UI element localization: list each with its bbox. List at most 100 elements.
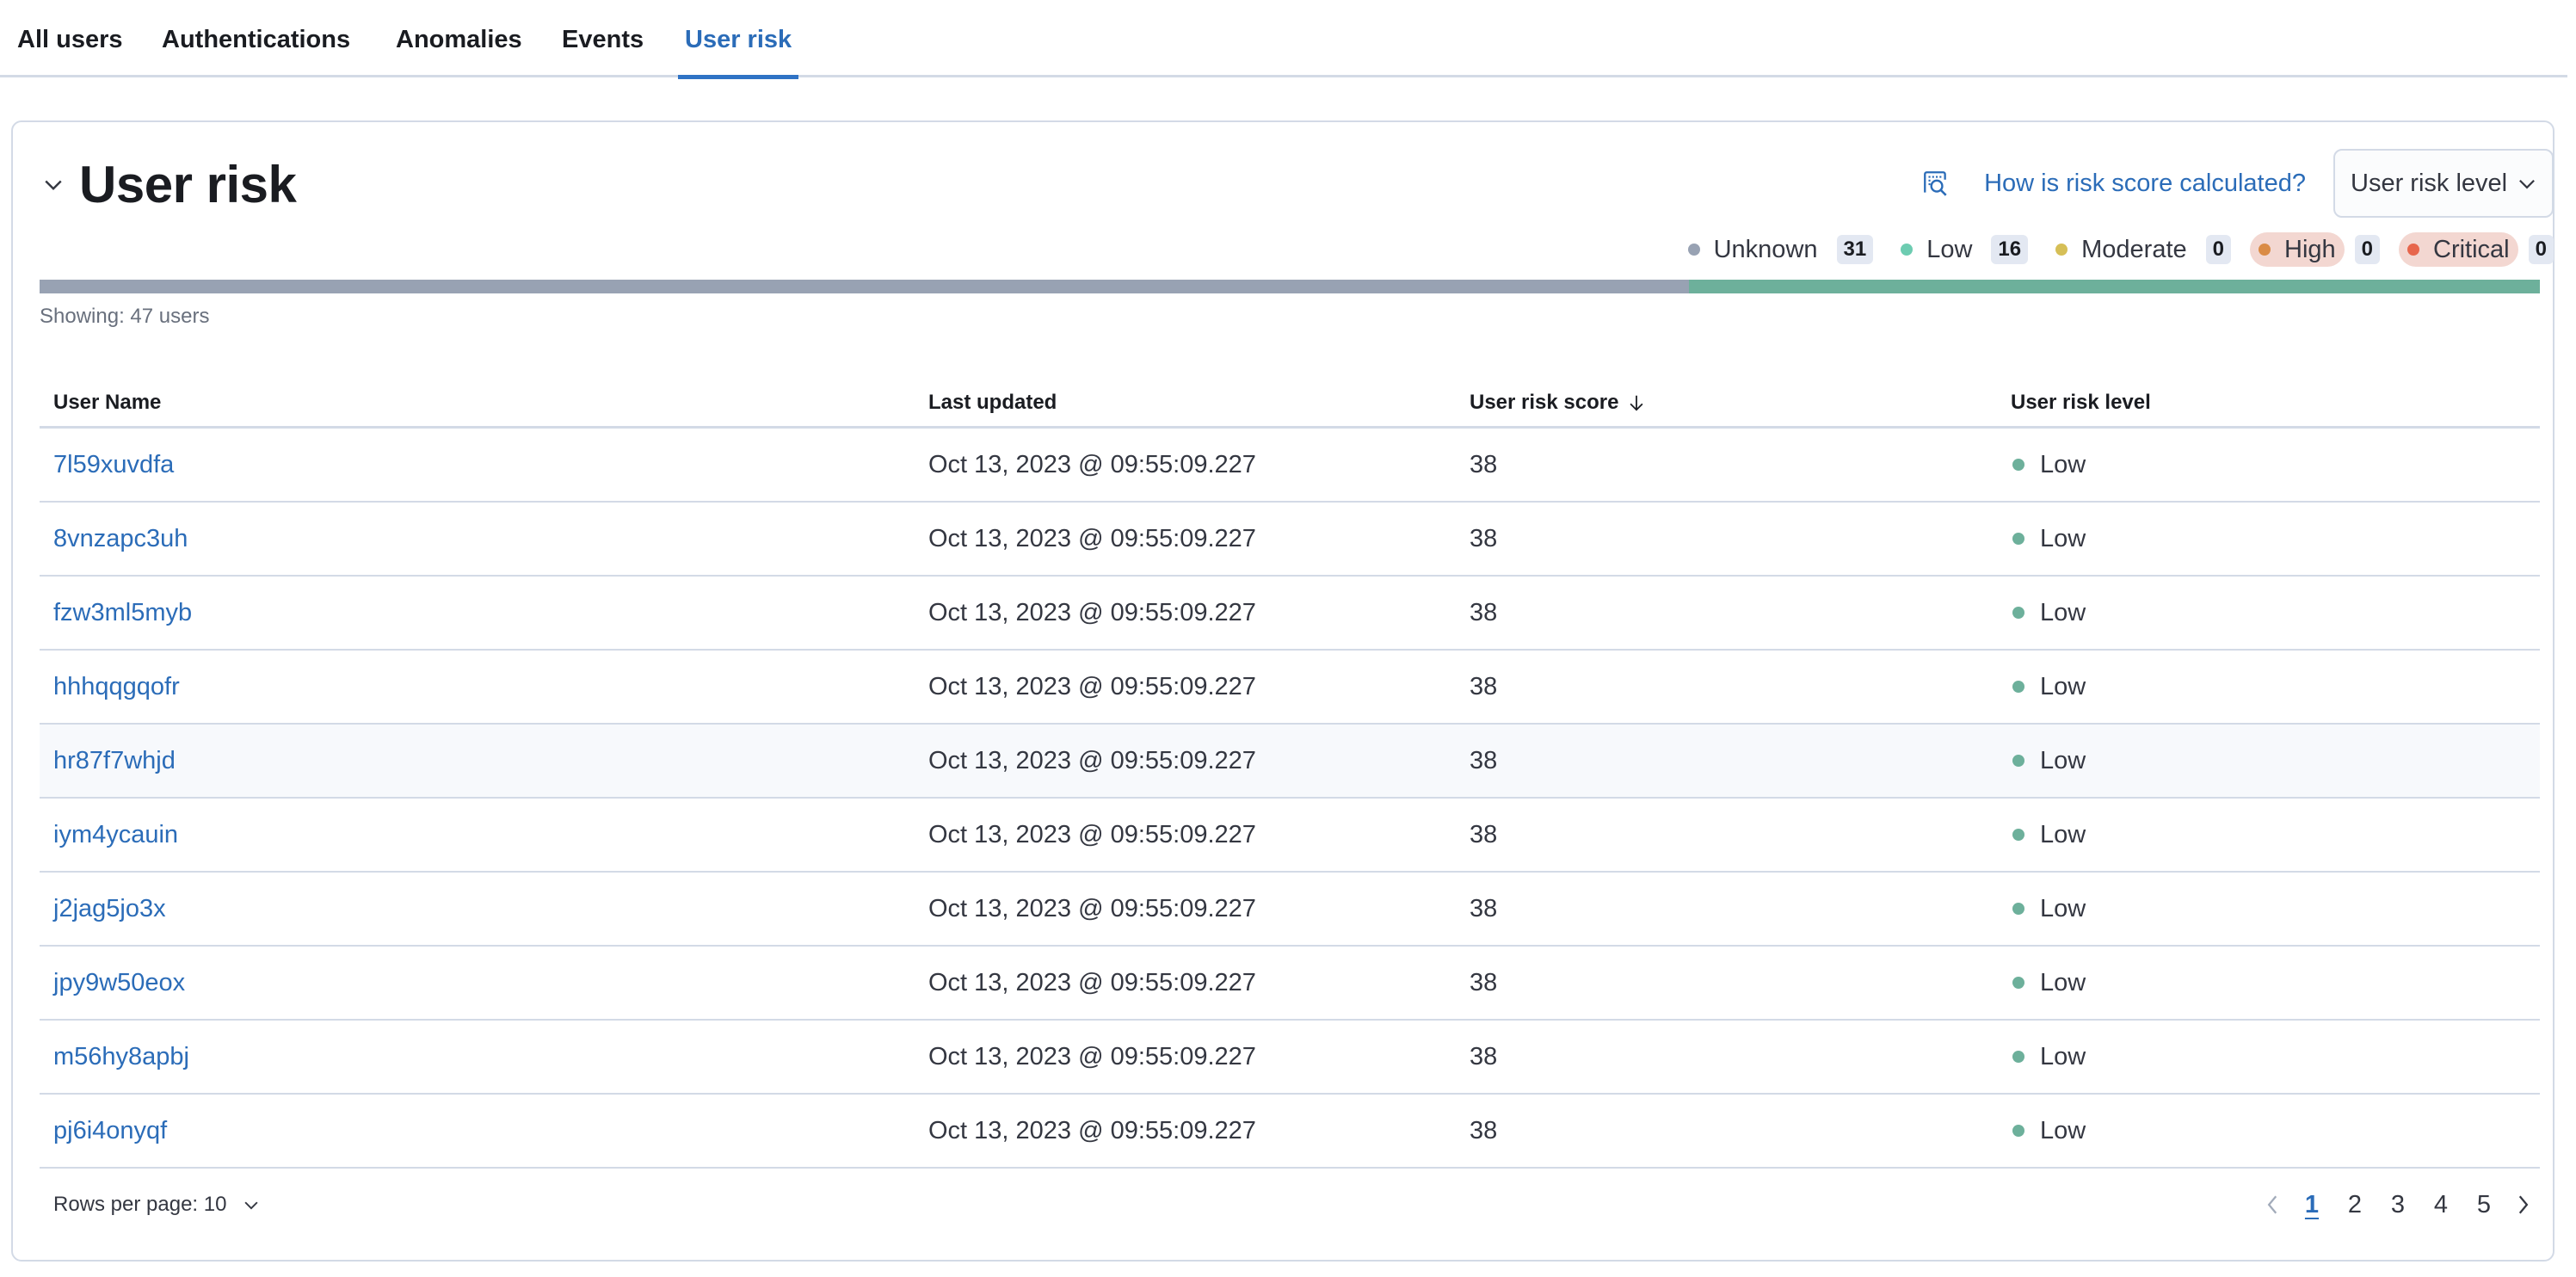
cell-last-updated: Oct 13, 2023 @ 09:55:09.227 bbox=[928, 598, 1256, 626]
legend-text: Unknown bbox=[1713, 235, 1818, 263]
cell-last-updated: Oct 13, 2023 @ 09:55:09.227 bbox=[928, 820, 1256, 848]
risk-level-text: Low bbox=[2040, 450, 2086, 478]
how-risk-score-calculated-link[interactable]: How is risk score calculated? bbox=[1984, 170, 2306, 198]
cell-user-name: 7l59xuvdfa bbox=[40, 451, 915, 479]
legend-count-badge: 0 bbox=[2205, 235, 2231, 264]
risk-level-badge: Low bbox=[2011, 747, 2540, 775]
panel-header: User risk bbox=[40, 150, 297, 219]
column-header-user-risk-score[interactable]: User risk score bbox=[1456, 391, 1997, 415]
risk-dot-icon bbox=[2259, 244, 2271, 256]
rows-per-page-select[interactable]: Rows per page: 10 bbox=[53, 1188, 261, 1222]
user-name-link[interactable]: jpy9w50eox bbox=[53, 969, 185, 996]
legend-item-unknown[interactable]: Unknown 31 bbox=[1679, 232, 1874, 267]
user-name-link[interactable]: hr87f7whjd bbox=[53, 747, 176, 774]
tab-all-users[interactable]: All users bbox=[17, 26, 123, 76]
risk-level-badge: Low bbox=[2011, 451, 2540, 479]
tab-bar: All users Authentications Anomalies Even… bbox=[0, 0, 2567, 79]
legend-item-moderate[interactable]: Moderate 0 bbox=[2047, 232, 2231, 267]
user-name-link[interactable]: pj6i4onyqf bbox=[53, 1117, 167, 1144]
next-page-button[interactable] bbox=[2505, 1188, 2540, 1222]
table-row: 8vnzapc3uh Oct 13, 2023 @ 09:55:09.227 38 L… bbox=[40, 503, 2540, 577]
cell-last-updated: Oct 13, 2023 @ 09:55:09.227 bbox=[928, 1116, 1256, 1144]
pagination: 12345 bbox=[2256, 1185, 2540, 1225]
table-header: User Name Last updated User risk score U… bbox=[40, 379, 2540, 429]
page-2-button[interactable]: 2 bbox=[2333, 1191, 2376, 1219]
legend-item-critical[interactable]: Critical 0 bbox=[2399, 232, 2554, 267]
table-row: m56hy8apbj Oct 13, 2023 @ 09:55:09.227 38 L… bbox=[40, 1021, 2540, 1095]
risk-dot-icon bbox=[2012, 459, 2024, 471]
cell-risk-level: Low bbox=[1997, 895, 2540, 923]
user-risk-level-select[interactable]: User risk level bbox=[2333, 149, 2554, 218]
cell-risk-score: 38 bbox=[1470, 820, 1498, 848]
risk-level-badge: Low bbox=[2011, 821, 2540, 849]
user-name-link[interactable]: fzw3ml5myb bbox=[53, 599, 192, 626]
risk-level-badge: Low bbox=[2011, 525, 2540, 553]
column-header-user-name[interactable]: User Name bbox=[40, 391, 915, 415]
legend-label: Moderate bbox=[2047, 232, 2196, 267]
sort-descending-icon bbox=[1630, 395, 1643, 411]
tab-authentications[interactable]: Authentications bbox=[162, 26, 350, 76]
page-5-button[interactable]: 5 bbox=[2462, 1191, 2505, 1219]
chevron-left-icon bbox=[2267, 1195, 2277, 1214]
user-name-link[interactable]: j2jag5jo3x bbox=[53, 895, 166, 922]
legend-count-badge: 31 bbox=[1836, 235, 1874, 264]
risk-level-text: Low bbox=[2040, 820, 2086, 848]
risk-level-text: Low bbox=[2040, 746, 2086, 774]
risk-dot-icon bbox=[1687, 244, 1700, 256]
risk-level-text: Low bbox=[2040, 598, 2086, 626]
cell-user-name: 8vnzapc3uh bbox=[40, 525, 915, 553]
column-header-user-risk-level[interactable]: User risk level bbox=[1997, 391, 2540, 415]
page-1-button[interactable]: 1 bbox=[2290, 1191, 2333, 1219]
cell-last-updated: Oct 13, 2023 @ 09:55:09.227 bbox=[928, 524, 1256, 552]
chevron-down-icon bbox=[2519, 179, 2535, 189]
cell-risk-score: 38 bbox=[1470, 968, 1498, 996]
user-name-link[interactable]: 7l59xuvdfa bbox=[53, 451, 174, 478]
risk-bar-segment-low bbox=[1688, 280, 2540, 293]
cell-user-name: hhhqqgqofr bbox=[40, 673, 915, 701]
risk-distribution-bar bbox=[40, 280, 2540, 293]
cell-user-name: m56hy8apbj bbox=[40, 1043, 915, 1071]
cell-risk-score: 38 bbox=[1470, 746, 1498, 774]
cell-risk-score: 38 bbox=[1470, 1116, 1498, 1144]
cell-risk-score: 38 bbox=[1470, 894, 1498, 922]
cell-risk-level: Low bbox=[1997, 969, 2540, 997]
cell-risk-level: Low bbox=[1997, 747, 2540, 775]
risk-dot-icon bbox=[2012, 607, 2024, 619]
risk-level-badge: Low bbox=[2011, 1043, 2540, 1071]
legend-text: Critical bbox=[2433, 235, 2510, 263]
page-4-button[interactable]: 4 bbox=[2419, 1191, 2462, 1219]
previous-page-button[interactable] bbox=[2256, 1188, 2290, 1222]
user-name-link[interactable]: iym4ycauin bbox=[53, 821, 178, 848]
user-name-link[interactable]: m56hy8apbj bbox=[53, 1043, 189, 1070]
cell-last-updated: Oct 13, 2023 @ 09:55:09.227 bbox=[928, 450, 1256, 478]
chevron-down-icon[interactable] bbox=[40, 170, 67, 198]
cell-risk-level: Low bbox=[1997, 821, 2540, 849]
user-name-link[interactable]: hhhqqgqofr bbox=[53, 673, 180, 700]
cell-user-name: hr87f7whjd bbox=[40, 747, 915, 775]
tab-anomalies[interactable]: Anomalies bbox=[396, 26, 522, 76]
page-3-button[interactable]: 3 bbox=[2376, 1191, 2419, 1219]
cell-risk-level: Low bbox=[1997, 451, 2540, 479]
risk-level-badge: Low bbox=[2011, 969, 2540, 997]
cell-user-name: j2jag5jo3x bbox=[40, 895, 915, 923]
user-name-link[interactable]: 8vnzapc3uh bbox=[53, 525, 188, 552]
showing-count: Showing: 47 users bbox=[40, 305, 210, 328]
cell-risk-level: Low bbox=[1997, 599, 2540, 627]
risk-level-text: Low bbox=[2040, 1042, 2086, 1070]
column-header-last-updated[interactable]: Last updated bbox=[915, 391, 1456, 415]
table-row: pj6i4onyqf Oct 13, 2023 @ 09:55:09.227 38 L… bbox=[40, 1095, 2540, 1169]
risk-level-badge: Low bbox=[2011, 1117, 2540, 1145]
inspect-icon[interactable] bbox=[1919, 166, 1953, 200]
legend-item-low[interactable]: Low 16 bbox=[1892, 232, 2029, 267]
page-title: User risk bbox=[79, 155, 297, 213]
legend-label: High bbox=[2250, 232, 2345, 267]
legend-item-high[interactable]: High 0 bbox=[2250, 232, 2381, 267]
legend-text: Low bbox=[1926, 235, 1973, 263]
risk-dot-icon bbox=[2012, 681, 2024, 693]
tab-user-risk[interactable]: User risk bbox=[677, 26, 799, 79]
risk-level-badge: Low bbox=[2011, 895, 2540, 923]
risk-dot-icon bbox=[2407, 244, 2420, 256]
tab-events[interactable]: Events bbox=[562, 26, 644, 76]
cell-risk-level: Low bbox=[1997, 1117, 2540, 1145]
risk-dot-icon bbox=[2012, 533, 2024, 545]
